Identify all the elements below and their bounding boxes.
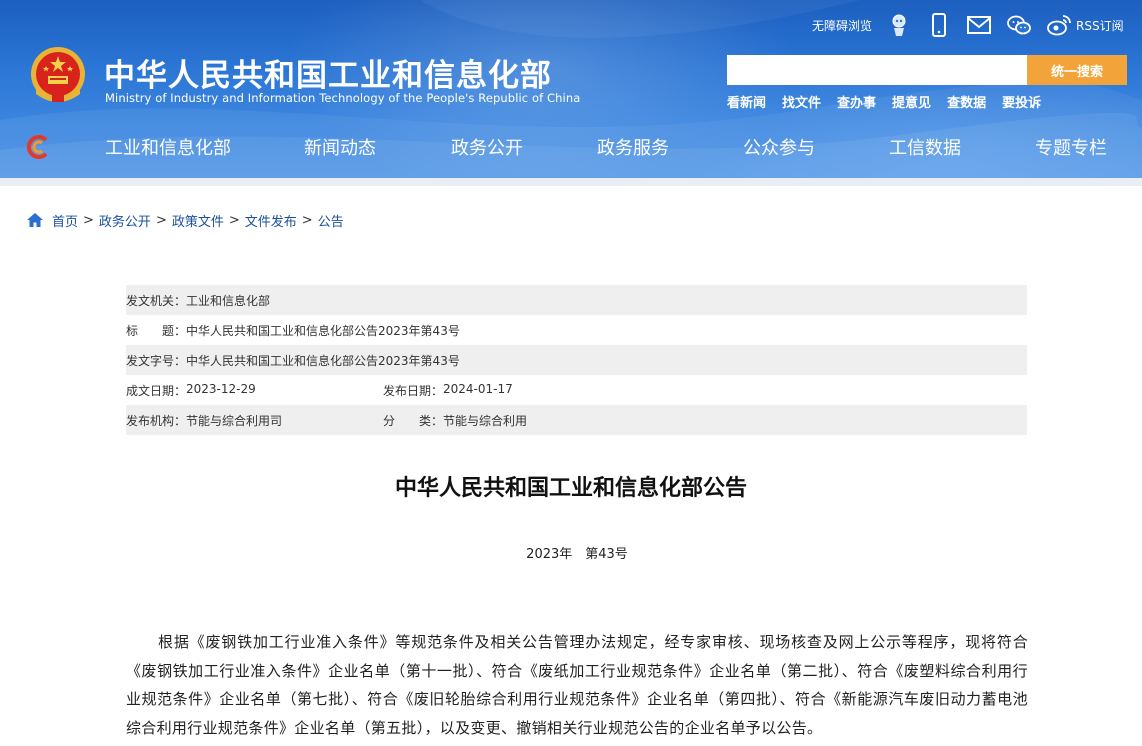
meta-row-publisher: 发布机构： 节能与综合利用司 分 类： 节能与综合利用 [126,405,1027,435]
site-header: 中华人民共和国工业和信息化部 Ministry of Industry and … [0,0,1142,180]
quick-link-complaint[interactable]: 要投诉 [1002,92,1041,111]
accessibility-robot-icon[interactable] [886,12,912,38]
home-icon[interactable] [26,212,44,228]
quick-link-feedback[interactable]: 提意见 [892,92,931,111]
rss-link[interactable]: RSS订阅 [1076,17,1124,34]
meta-row-issuer: 发文机关： 工业和信息化部 [126,285,1027,315]
breadcrumb-gov-affairs[interactable]: 政务公开 [99,211,151,230]
meta-doc-no-label: 发文字号： [126,353,187,368]
meta-category-label: 分 类： [383,413,444,428]
search-button[interactable]: 统一搜索 [1027,55,1127,85]
nav-item-ministry[interactable]: 工业和信息化部 [105,134,231,160]
quick-link-files[interactable]: 找文件 [782,92,821,111]
nav-item-news[interactable]: 新闻动态 [304,134,376,160]
header-divider [0,178,1142,186]
site-subtitle: Ministry of Industry and Information Tec… [105,91,581,105]
quick-link-news[interactable]: 看新闻 [727,92,766,111]
breadcrumb-policy-docs[interactable]: 政策文件 [172,211,224,230]
nav-item-public-participation[interactable]: 公众参与 [743,134,815,160]
wechat-icon[interactable] [1006,12,1032,38]
meta-publish-date-label: 发布日期： [383,383,444,398]
accessibility-link[interactable]: 无障碍浏览 [812,17,872,34]
breadcrumb-home[interactable]: 首页 [52,211,78,230]
article-paragraph: 根据《废钢铁加工行业准入条件》等规范条件及相关公告管理办法规定，经专家审核、现场… [126,633,1028,737]
mobile-phone-icon[interactable] [926,12,952,38]
meta-title-value: 中华人民共和国工业和信息化部公告2023年第43号 [186,323,460,338]
breadcrumb-separator: > [301,212,313,228]
weibo-icon[interactable] [1046,12,1072,38]
nav-item-gov-affairs[interactable]: 政务公开 [451,134,523,160]
meta-publisher-label: 发布机构： [126,413,187,428]
nav-item-data[interactable]: 工信数据 [889,134,961,160]
quick-link-services[interactable]: 查办事 [837,92,876,111]
search-input[interactable] [727,55,1027,85]
nav-item-special-topics[interactable]: 专题专栏 [1035,134,1107,160]
meta-publish-date-value: 2024-01-17 [443,381,513,396]
top-utility-links: 无障碍浏览 RSS订阅 [812,12,1124,38]
meta-row-dates: 成文日期： 2023-12-29 发布日期： 2024-01-17 [126,375,1027,405]
meta-row-doc-no: 发文字号： 中华人民共和国工业和信息化部公告2023年第43号 [126,345,1027,375]
meta-category-value: 节能与综合利用 [443,413,528,428]
meta-row-title: 标 题： 中华人民共和国工业和信息化部公告2023年第43号 [126,315,1027,345]
article-number: 2023年 第43号 [526,547,628,562]
meta-issuer-label: 发文机关： [126,293,187,308]
nav-item-gov-services[interactable]: 政务服务 [597,134,669,160]
main-nav: 工业和信息化部 新闻动态 政务公开 政务服务 公众参与 工信数据 专题专栏 [0,126,1142,166]
meta-issuer-value: 工业和信息化部 [186,293,271,308]
breadcrumb: 首页 > 政务公开 > 政策文件 > 文件发布 > 公告 [26,210,344,230]
site-title[interactable]: 中华人民共和国工业和信息化部 [104,50,552,95]
meta-doc-no-value: 中华人民共和国工业和信息化部公告2023年第43号 [186,353,460,368]
mail-icon[interactable] [966,12,992,38]
quick-link-data[interactable]: 查数据 [947,92,986,111]
breadcrumb-separator: > [228,212,240,228]
breadcrumb-separator: > [83,212,94,228]
document-meta-table: 发文机关： 工业和信息化部 标 题： 中华人民共和国工业和信息化部公告2023年… [126,285,1027,435]
breadcrumb-doc-release[interactable]: 文件发布 [245,211,297,230]
article-title: 中华人民共和国工业和信息化部公告 [394,476,747,501]
meta-written-date-value: 2023-12-29 [186,381,256,396]
breadcrumb-separator: > [155,212,167,228]
quick-links: 看新闻 找文件 查办事 提意见 查数据 要投诉 [727,92,1057,111]
breadcrumb-announcement[interactable]: 公告 [318,211,344,230]
meta-publisher-value: 节能与综合利用司 [186,413,283,428]
miit-logo-icon[interactable] [25,134,51,160]
meta-title-label: 标 题： [126,323,187,338]
national-emblem-icon[interactable] [26,44,90,108]
meta-written-date-label: 成文日期： [126,383,187,398]
